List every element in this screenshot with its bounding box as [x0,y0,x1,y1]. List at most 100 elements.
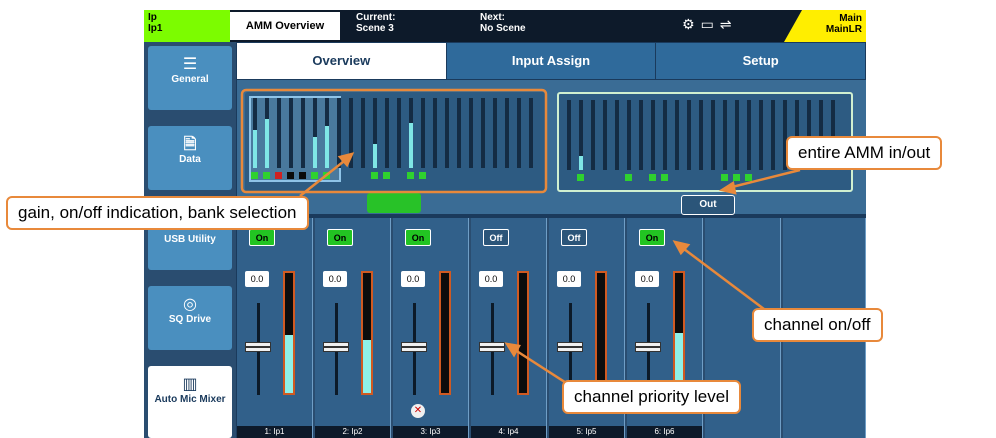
bank-on-led [275,172,282,179]
selected-channel-indicator[interactable]: Ip Ip1 [144,10,230,42]
sq-drive-icon: ◎ [183,296,197,313]
sidebar-item-data[interactable]: 🗎 Data [148,126,232,190]
bank-channel-strip [253,98,257,168]
mix-label: Main [839,13,862,24]
mix-indicator[interactable]: Main MainLR [784,10,866,42]
list-icon: ☰ [182,56,198,73]
tab-setup[interactable]: Setup [656,43,866,79]
bank-on-led [733,174,740,181]
tab-input-assign[interactable]: Input Assign [446,43,657,79]
priority-fader-cap[interactable] [557,342,583,352]
level-meter [439,271,451,395]
bank-on-led [299,172,306,179]
network-icon: ⚙ [682,16,695,32]
bank-channel-strip [651,100,655,170]
status-icons: ⚙ ▭ ⇌ [682,16,732,33]
channel-name-label: 3: Ip3 [393,426,468,438]
priority-value[interactable]: 0.0 [557,271,581,287]
bank-channel-strip [711,100,715,170]
bank-channel-strip [325,98,329,168]
bank-gain-fill [373,143,377,168]
bank-channel-strip [385,98,389,168]
bank-channel-strip [289,98,293,168]
sidebar-item-general[interactable]: ☰ General [148,46,232,110]
channel-on-off-button[interactable]: On [249,229,275,246]
bank-channel-strip [397,98,401,168]
channel-name-label: 2: Ip2 [315,426,390,438]
priority-value[interactable]: 0.0 [401,271,425,287]
bank-channel-strip [771,100,775,170]
priority-fader-cap[interactable] [323,342,349,352]
bank-channel-strip [337,98,341,168]
next-scene-label: Next: [480,12,506,23]
channel-on-off-button[interactable]: Off [561,229,587,246]
bank-on-led [661,174,668,181]
bank-channel-strip [675,100,679,170]
bank-channel-strip [265,98,269,168]
priority-value[interactable]: 0.0 [245,271,269,287]
channel-on-off-button[interactable]: On [405,229,431,246]
bank-channel-strip [457,98,461,168]
amm-in-out-button[interactable]: Out [681,195,735,215]
bank-gain-fill [265,119,269,168]
sidebar-item-label: SQ Drive [168,314,212,325]
bank-channel-strip [687,100,691,170]
priority-fader-cap[interactable] [635,342,661,352]
sidebar-item-label: General [171,74,209,85]
bank-channel-strip [505,98,509,168]
bank-channel-strip [615,100,619,170]
priority-fader-cap[interactable] [245,342,271,352]
sidebar-item-label: Auto Mic Mixer [154,394,226,405]
bank-channel-strip [579,100,583,170]
bank-on-led [383,172,390,179]
priority-value[interactable]: 0.0 [479,271,503,287]
priority-fader-cap[interactable] [479,342,505,352]
bank-channel-strip [747,100,751,170]
sidebar-item-sq-drive[interactable]: ◎ SQ Drive [148,286,232,350]
bank-channel-strip [469,98,473,168]
channel-strip-4: Off 0.0 4: Ip4 [471,218,547,438]
automixer-icon: ▥ [182,376,198,393]
priority-value[interactable]: 0.0 [323,271,347,287]
bank-gain-fill [325,126,329,168]
bank-on-led [649,174,656,181]
channel-strip-1: On 0.0 1: Ip1 [237,218,313,438]
sidebar: ☰ General 🗎 Data ⇅ USB Utility ◎ SQ Driv… [144,42,236,438]
amm-overview-panel: Out [237,80,866,215]
bank-on-led [371,172,378,179]
channel-on-off-button[interactable]: On [639,229,665,246]
channel-on-off-button[interactable]: Off [483,229,509,246]
bank-on-led [625,174,632,181]
bank-channel-strip [735,100,739,170]
callout-channel-onoff: channel on/off [752,308,883,342]
bank-on-led [263,172,270,179]
bank-channel-strip [723,100,727,170]
bank-channel-strip [445,98,449,168]
channel-short-name: Ip [148,12,157,23]
bank-channel-strip [421,98,425,168]
bank-on-led [419,172,426,179]
status-bar: Ip Ip1 AMM Overview Current: Scene 3 Nex… [144,10,866,42]
level-meter [361,271,373,395]
bank-on-led [311,172,318,179]
bank-channel-strip [603,100,607,170]
mix-name: MainLR [825,24,862,35]
sidebar-item-auto-mic-mixer[interactable]: ▥ Auto Mic Mixer [148,366,232,438]
tab-overview[interactable]: Overview [237,43,447,79]
level-meter [595,271,607,395]
channel-name-label: 6: Ip6 [627,426,702,438]
channel-name-label: 1: Ip1 [237,426,312,438]
bank-channel-strip [361,98,365,168]
channel-on-off-button[interactable]: On [327,229,353,246]
priority-value[interactable]: 0.0 [635,271,659,287]
bank-channel-strip [493,98,497,168]
bank-on-led [251,172,258,179]
bank-select-button[interactable] [367,193,421,213]
priority-fader-cap[interactable] [401,342,427,352]
current-scene-value: Scene 3 [356,23,394,34]
bank-channel-strip [409,98,413,168]
channel-strip-2: On 0.0 2: Ip2 [315,218,391,438]
channel-bank-left[interactable] [245,92,545,192]
callout-priority: channel priority level [562,380,741,414]
bank-channel-strip [759,100,763,170]
